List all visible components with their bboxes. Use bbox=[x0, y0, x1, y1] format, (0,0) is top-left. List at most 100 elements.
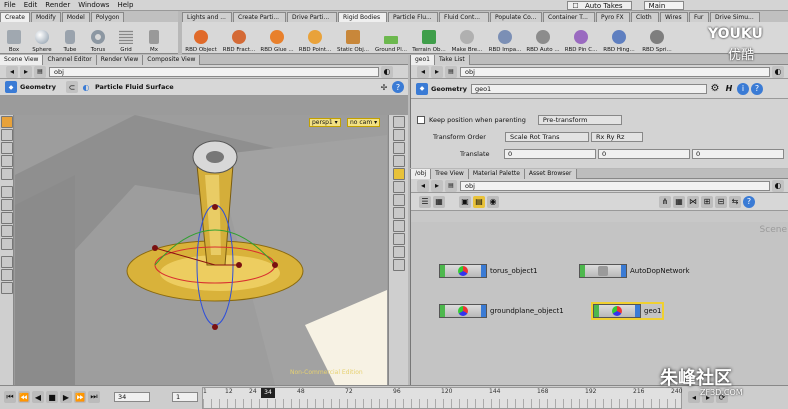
rotate-tool-icon[interactable] bbox=[0, 142, 13, 154]
node-geo1-selected[interactable]: geo1 bbox=[591, 302, 664, 320]
tab-take-list[interactable]: Take List bbox=[435, 55, 470, 65]
lighting-icon[interactable] bbox=[392, 155, 405, 167]
translate-x-field[interactable]: 0 bbox=[504, 149, 596, 159]
background-icon[interactable] bbox=[392, 246, 405, 258]
tab-geo1[interactable]: geo1 bbox=[411, 55, 435, 65]
network-canvas[interactable]: Scene torus_object1 AutoDopNetwork groun… bbox=[411, 222, 788, 385]
align-icon[interactable]: ⇆ bbox=[729, 195, 741, 208]
folder-icon[interactable]: ▤ bbox=[34, 65, 46, 78]
snap-tool-icon[interactable] bbox=[0, 238, 13, 250]
play-icon[interactable]: ▶ bbox=[60, 391, 72, 403]
tab-composite-view[interactable]: Composite View bbox=[143, 55, 201, 65]
menu-edit[interactable]: Edit bbox=[20, 1, 42, 9]
menu-file[interactable]: File bbox=[0, 1, 20, 9]
tab-render-view[interactable]: Render View bbox=[96, 55, 144, 65]
menu-windows[interactable]: Windows bbox=[74, 1, 113, 9]
start-frame-field[interactable]: 1 bbox=[172, 392, 198, 402]
tool-box[interactable]: Box bbox=[0, 22, 28, 54]
timeline-cursor[interactable]: 34 bbox=[261, 388, 275, 398]
network-view-icon[interactable]: ▣ bbox=[459, 195, 471, 208]
shelf-tab-polygon[interactable]: Polygon bbox=[90, 12, 125, 22]
shelf-tab-create[interactable]: Create bbox=[0, 12, 30, 22]
ghost-icon[interactable] bbox=[392, 194, 405, 206]
shelf-tab-modify[interactable]: Modify bbox=[30, 12, 61, 22]
stop-icon[interactable]: ■ bbox=[46, 391, 58, 403]
pointer-icon[interactable] bbox=[0, 186, 13, 198]
tool-tube[interactable]: Tube bbox=[56, 22, 84, 54]
desk-select[interactable]: Main bbox=[643, 0, 684, 10]
tool-rbd-glue[interactable]: RBD Glue ... bbox=[258, 22, 296, 54]
grid-toggle-icon[interactable] bbox=[392, 233, 405, 245]
shelf-tab[interactable]: Create Parti... bbox=[233, 12, 286, 22]
display-options-icon[interactable] bbox=[392, 116, 405, 128]
normals-icon[interactable] bbox=[392, 220, 405, 232]
shelf-tab[interactable]: Fur bbox=[689, 12, 709, 22]
display-flag-icon[interactable]: ◉ bbox=[487, 195, 499, 208]
sticky-note-icon[interactable]: ▤ bbox=[473, 195, 485, 208]
persp-camera-menu[interactable]: persp1 ▾ bbox=[309, 118, 341, 127]
rotation-order-dropdown[interactable]: Rx Ry Rz bbox=[591, 132, 643, 142]
play-reverse-icon[interactable]: ◀ bbox=[32, 391, 44, 403]
link-tool-icon[interactable] bbox=[0, 256, 13, 268]
tab-material-palette[interactable]: Material Palette bbox=[468, 169, 525, 179]
shelf-tab[interactable]: Wires bbox=[660, 12, 688, 22]
keep-position-dropdown[interactable]: Pre-transform bbox=[537, 115, 622, 125]
camera-icon[interactable] bbox=[392, 181, 405, 193]
tool-rbd-fracture[interactable]: RBD Fract... bbox=[220, 22, 258, 54]
shelf-tab[interactable]: Drive Simu... bbox=[710, 12, 760, 22]
tab-asset-browser[interactable]: Asset Browser bbox=[524, 169, 577, 179]
folder-icon[interactable]: ▤ bbox=[445, 65, 457, 78]
shelf-tab[interactable]: Fluid Cont... bbox=[439, 12, 489, 22]
move-tool-icon[interactable] bbox=[0, 129, 13, 141]
shelf-tab[interactable]: Drive Parti... bbox=[287, 12, 337, 22]
select-tool-icon[interactable] bbox=[0, 116, 13, 128]
tool-torus[interactable]: Torus bbox=[84, 22, 112, 54]
tab-obj[interactable]: /obj bbox=[411, 169, 432, 179]
shelf-tab[interactable]: Lights and ... bbox=[182, 12, 232, 22]
forward-arrow-icon[interactable]: ▸ bbox=[20, 65, 32, 78]
shelf-tab-rigid-bodies[interactable]: Rigid Bodies bbox=[338, 12, 387, 22]
list-mode-icon[interactable]: ☰ bbox=[419, 195, 431, 208]
connect-icon[interactable]: ⋈ bbox=[687, 195, 699, 208]
shelf-tab-model[interactable]: Model bbox=[61, 12, 90, 22]
pose-tool-icon[interactable] bbox=[0, 168, 13, 180]
transform-order-dropdown[interactable]: Scale Rot Trans bbox=[505, 132, 589, 142]
tool-rbd-auto[interactable]: RBD Auto ... bbox=[524, 22, 562, 54]
node-torus-object1[interactable]: torus_object1 bbox=[439, 264, 538, 278]
tab-tree-view[interactable]: Tree View bbox=[431, 169, 469, 179]
node-name-field[interactable]: geo1 bbox=[470, 83, 707, 94]
tab-scene-view[interactable]: Scene View bbox=[0, 55, 44, 65]
scale-tool-icon[interactable] bbox=[0, 155, 13, 167]
shelf-tab[interactable]: Pyro FX bbox=[596, 12, 630, 22]
folder-icon[interactable]: ▤ bbox=[445, 179, 457, 192]
keep-position-checkbox[interactable] bbox=[417, 116, 425, 124]
translate-y-field[interactable]: 0 bbox=[598, 149, 690, 159]
tool-rbd-hinge[interactable]: RBD Hing... bbox=[600, 22, 638, 54]
tool-rbd-spring[interactable]: RBD Spri... bbox=[638, 22, 676, 54]
tool-terrain-object[interactable]: Terrain Ob... bbox=[410, 22, 448, 54]
wireframe-icon[interactable] bbox=[392, 129, 405, 141]
handle-tool-icon[interactable] bbox=[0, 199, 13, 211]
lock-tool-icon[interactable] bbox=[0, 269, 13, 281]
timeline-slider[interactable]: 1 12 24 48 72 96 120 144 168 192 216 240… bbox=[202, 387, 683, 409]
node-groundplane-object1[interactable]: groundplane_object1 bbox=[439, 304, 564, 318]
step-back-icon[interactable]: ⏪ bbox=[18, 391, 30, 403]
back-arrow-icon[interactable]: ◂ bbox=[417, 65, 429, 78]
tool-sphere[interactable]: Sphere bbox=[28, 22, 56, 54]
tool-static-object[interactable]: Static Obj... bbox=[334, 22, 372, 54]
brush-tool-icon[interactable] bbox=[0, 225, 13, 237]
pin-icon[interactable]: ◐ bbox=[381, 65, 393, 78]
tool-rbd-impact[interactable]: RBD Impa... bbox=[486, 22, 524, 54]
tool-rbd-pin[interactable]: RBD Pin C... bbox=[562, 22, 600, 54]
render-tool-icon[interactable] bbox=[0, 282, 13, 294]
help-icon[interactable]: ? bbox=[743, 195, 755, 208]
shelf-tab[interactable]: Cloth bbox=[631, 12, 659, 22]
shelf-tab[interactable]: Particle Flu... bbox=[388, 12, 438, 22]
back-arrow-icon[interactable]: ◂ bbox=[417, 179, 429, 192]
menu-render[interactable]: Render bbox=[41, 1, 74, 9]
shelf-tab[interactable]: Container T... bbox=[543, 12, 595, 22]
network-path-field[interactable]: obj bbox=[460, 180, 770, 191]
last-frame-icon[interactable]: ⏭ bbox=[88, 391, 100, 403]
scene-path-field[interactable]: obj bbox=[49, 66, 379, 77]
layout-icon[interactable]: ▦ bbox=[433, 195, 445, 208]
